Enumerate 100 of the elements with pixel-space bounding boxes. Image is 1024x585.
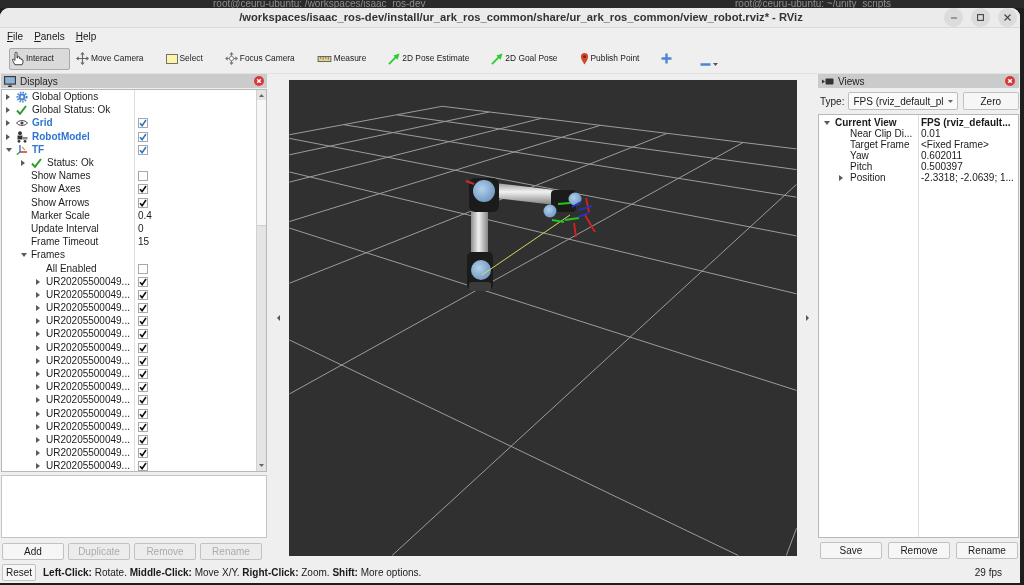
caret-right-icon[interactable] — [36, 450, 40, 457]
scroll-down-arrow-icon[interactable] — [259, 463, 264, 467]
caret-right-icon[interactable] — [36, 397, 40, 404]
tree-item-label[interactable]: Show Axes — [31, 183, 81, 196]
checkbox[interactable] — [138, 184, 148, 195]
tool-button[interactable]: Focus Camera — [222, 47, 311, 70]
panel-button[interactable]: Save — [820, 542, 882, 559]
tree-item-label[interactable]: All Enabled — [46, 262, 97, 275]
checkbox[interactable] — [138, 276, 148, 287]
checkbox[interactable] — [138, 197, 148, 208]
caret-right-icon[interactable] — [36, 318, 40, 325]
caret-right-icon[interactable] — [36, 344, 40, 351]
close-button[interactable] — [998, 8, 1017, 27]
tree-item-label[interactable]: Frames — [31, 249, 65, 262]
tree-item-label[interactable]: Position — [850, 172, 886, 183]
tree-item-label[interactable]: UR20205500049... — [46, 328, 130, 341]
checkbox[interactable] — [138, 303, 148, 314]
tree-item-label[interactable]: UR20205500049... — [46, 394, 130, 407]
vertical-scrollbar[interactable] — [256, 90, 266, 471]
tree-item-label[interactable]: UR20205500049... — [46, 447, 130, 460]
checkbox[interactable] — [138, 448, 148, 459]
caret-right-icon[interactable] — [36, 436, 40, 443]
property-value[interactable]: 0.4 — [138, 209, 152, 222]
caret-right-icon[interactable] — [36, 463, 40, 470]
tree-item-label[interactable]: UR20205500049... — [46, 288, 130, 301]
checkbox[interactable] — [138, 355, 148, 366]
panel-button[interactable]: Rename — [956, 542, 1018, 559]
tree-item-label[interactable]: Current View — [835, 117, 897, 128]
tool-button[interactable]: Interact — [9, 47, 70, 70]
property-value[interactable]: 0.602011 — [921, 150, 962, 161]
tree-item-label[interactable]: UR20205500049... — [46, 460, 130, 471]
menu-item[interactable]: File — [5, 29, 26, 43]
checkbox[interactable] — [138, 342, 148, 353]
tree-item-label[interactable]: UR20205500049... — [46, 315, 130, 328]
caret-right-icon[interactable] — [36, 291, 40, 298]
checkbox[interactable] — [138, 263, 148, 274]
property-value[interactable]: 15 — [138, 236, 150, 249]
checkbox[interactable] — [138, 144, 148, 155]
zero-button[interactable]: Zero — [962, 92, 1019, 110]
caret-right-icon[interactable] — [36, 384, 40, 391]
panel-button[interactable]: Add — [2, 543, 64, 560]
checkbox[interactable] — [138, 395, 148, 406]
caret-right-icon[interactable] — [36, 278, 40, 285]
tree-item-label[interactable]: Near Clip Di... — [850, 128, 913, 139]
tree-item-label[interactable]: TF — [32, 143, 45, 156]
tree-item-label[interactable]: Target Frame — [850, 139, 910, 150]
property-value[interactable]: <Fixed Frame> — [921, 139, 989, 150]
tool-button[interactable]: 2D Goal Pose — [489, 47, 574, 70]
tree-item-label[interactable]: UR20205500049... — [46, 381, 130, 394]
tree-item-label[interactable]: UR20205500049... — [46, 302, 130, 315]
caret-right-icon[interactable] — [6, 107, 10, 114]
tree-item-label[interactable]: UR20205500049... — [46, 368, 130, 381]
property-value[interactable]: FPS (rviz_default... — [921, 117, 1011, 128]
checkbox[interactable] — [138, 408, 148, 419]
caret-right-icon[interactable] — [839, 174, 843, 181]
tree-item-label[interactable]: UR20205500049... — [46, 275, 130, 288]
tree-item-label[interactable]: UR20205500049... — [46, 341, 130, 354]
checkbox[interactable] — [138, 118, 148, 129]
property-value[interactable]: 0.500397 — [921, 161, 963, 172]
close-icon[interactable] — [1005, 76, 1015, 86]
tree-item-label[interactable]: Marker Scale — [31, 209, 90, 222]
caret-down-icon[interactable] — [21, 253, 27, 258]
tree-item-label[interactable]: UR20205500049... — [46, 420, 130, 433]
checkbox[interactable] — [138, 131, 148, 142]
caret-right-icon[interactable] — [36, 371, 40, 378]
caret-right-icon[interactable] — [36, 305, 40, 312]
tool-button[interactable]: Publish Point — [577, 47, 656, 70]
tree-item-label[interactable]: UR20205500049... — [46, 354, 130, 367]
maximize-button[interactable] — [971, 8, 990, 27]
checkbox[interactable] — [138, 171, 148, 182]
checkbox[interactable] — [138, 369, 148, 380]
menu-item[interactable]: Help — [73, 29, 99, 43]
caret-right-icon[interactable] — [36, 331, 40, 338]
tree-item-label[interactable]: UR20205500049... — [46, 407, 130, 420]
checkbox[interactable] — [138, 421, 148, 432]
tree-item-label[interactable]: Global Options — [32, 91, 99, 104]
close-icon[interactable] — [254, 76, 264, 86]
property-value[interactable]: -2.3318; -2.0639; 1... — [921, 172, 1014, 183]
caret-down-icon[interactable] — [947, 99, 953, 103]
checkbox[interactable] — [138, 329, 148, 340]
right-arrow-icon[interactable] — [806, 315, 809, 321]
caret-right-icon[interactable] — [21, 160, 25, 167]
checkbox[interactable] — [138, 461, 148, 471]
checkbox[interactable] — [138, 289, 148, 300]
checkbox[interactable] — [138, 382, 148, 393]
caret-right-icon[interactable] — [36, 410, 40, 417]
caret-down-icon[interactable] — [824, 120, 830, 125]
scrollbar-thumb[interactable] — [257, 100, 266, 226]
tool-button[interactable]: Measure — [314, 47, 383, 70]
tool-button[interactable]: Move Camera — [73, 47, 160, 70]
caret-right-icon[interactable] — [36, 357, 40, 364]
panel-button[interactable]: Remove — [888, 542, 950, 559]
tree-item-label[interactable]: Update Interval — [31, 222, 99, 235]
tree-item-label[interactable]: Status: Ok — [47, 157, 94, 170]
tree-item-label[interactable]: Global Status: Ok — [32, 104, 111, 117]
tool-button[interactable]: Select — [163, 47, 219, 70]
tree-item-label[interactable]: Yaw — [850, 150, 869, 161]
property-value[interactable]: 0 — [138, 222, 144, 235]
reset-button[interactable]: Reset — [2, 564, 36, 581]
caret-right-icon[interactable] — [6, 94, 10, 101]
